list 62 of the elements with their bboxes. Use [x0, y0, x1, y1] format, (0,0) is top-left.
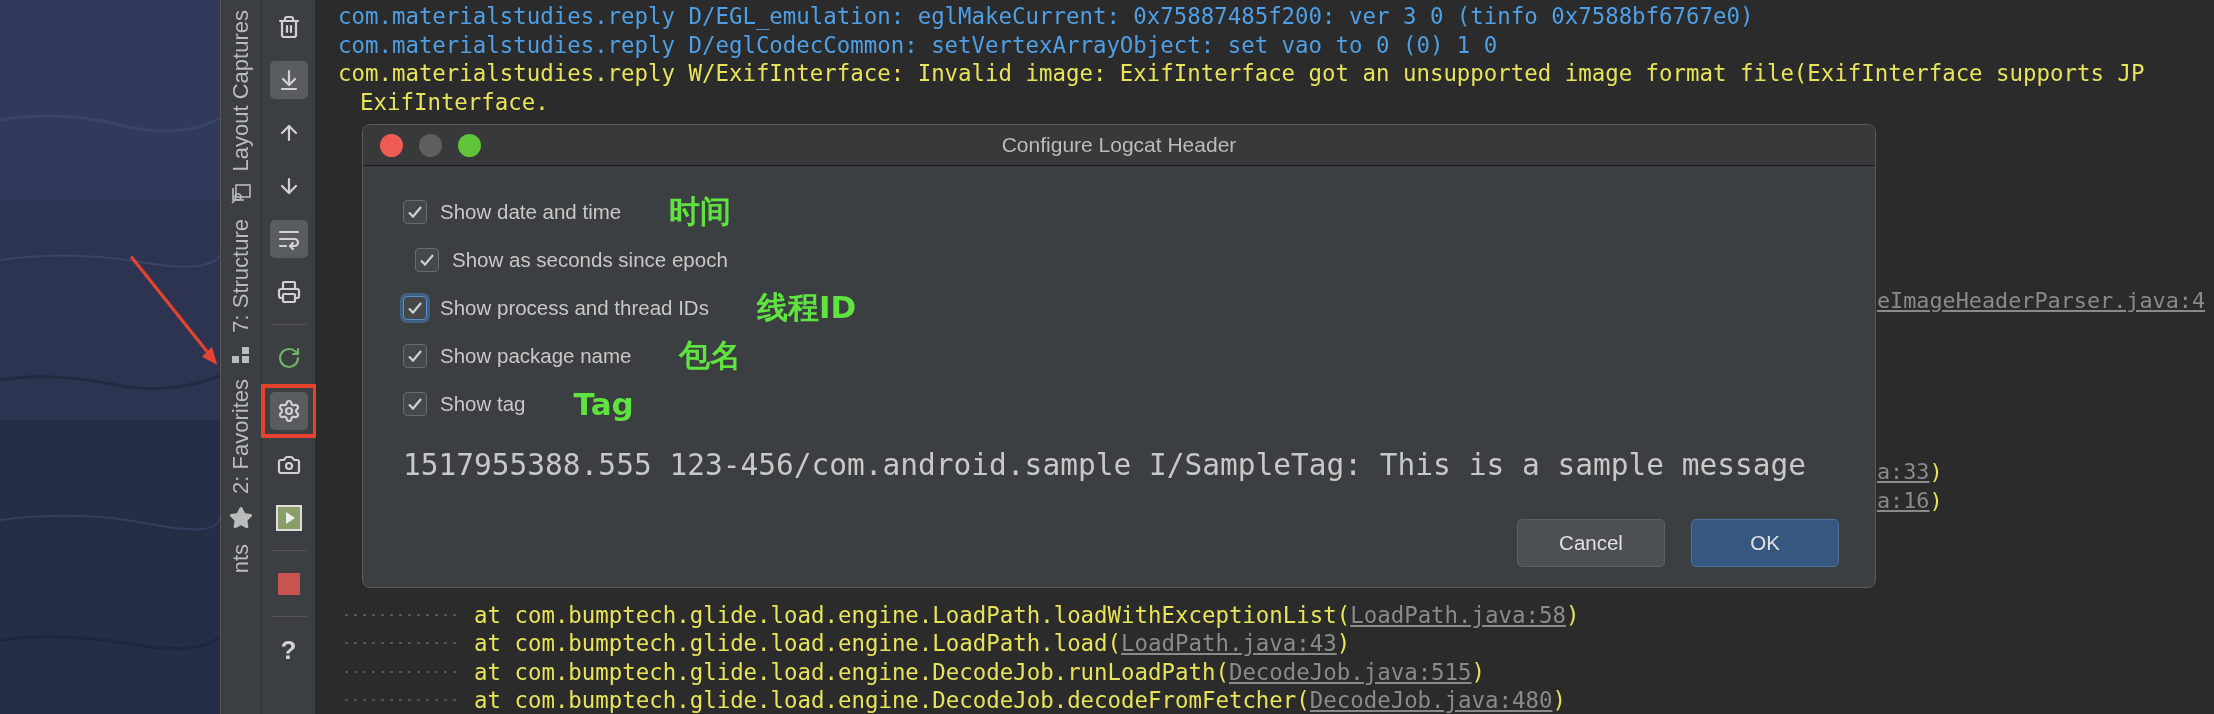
option-label: Show package name: [440, 344, 632, 368]
source-link[interactable]: DecodeJob.java:480: [1309, 686, 1553, 714]
annotation-note: 包名: [679, 336, 742, 375]
source-link[interactable]: a:33: [1877, 458, 1930, 487]
close-button[interactable]: [380, 134, 403, 157]
tool-window-tab[interactable]: nts: [228, 544, 254, 574]
checkbox[interactable]: [403, 392, 427, 416]
option-label: Show process and thread IDs: [440, 296, 709, 320]
source-link[interactable]: LoadPath.java:43: [1121, 629, 1337, 658]
log-text: ): [1552, 686, 1566, 714]
tool-window-tab[interactable]: 7: Structure: [228, 219, 254, 334]
captures-icon: [230, 183, 252, 206]
checkbox[interactable]: [403, 200, 427, 224]
check-icon: [407, 349, 423, 363]
source-link[interactable]: DecodeJob.java:515: [1228, 657, 1472, 686]
log-text: ): [1929, 486, 1943, 515]
log-line: at com.bumptech.glide.load.engine.DecodeJob.runLoadPath(: [474, 657, 1229, 686]
toolbar-button[interactable]: [269, 220, 308, 258]
annotation-note: 时间: [669, 192, 732, 231]
checkbox[interactable]: [415, 248, 439, 272]
annotation-note: 线程ID: [756, 288, 857, 327]
sample-message: 1517955388.555 123-456/com.android.sample I/SampleTag: This is a sample message: [403, 448, 1808, 482]
log-text: ): [1336, 629, 1351, 658]
cancel-button[interactable]: Cancel: [1517, 519, 1665, 567]
ok-button[interactable]: OK: [1691, 519, 1839, 567]
settings-icon: [276, 399, 301, 423]
structure-icon: [231, 345, 251, 366]
checkbox[interactable]: [403, 344, 427, 368]
annotation-note: Tag: [573, 386, 634, 422]
log-line: com.materialstudies.reply D/EGL_emulation: eglMakeCurrent: 0x75887485f200: ver 3 0 (tinfo 0x7588bf6767e0): [338, 2, 1754, 31]
stop-icon: [277, 573, 300, 595]
restart-icon: [276, 346, 301, 370]
log-line: at com.bumptech.glide.load.engine.DecodeJob.decodeFromFetcher(: [474, 686, 1310, 714]
log-line: com.materialstudies.reply W/ExifInterface: Invalid image: ExifInterface got an unsupported image format file(ExifInterface supports JP: [338, 59, 2145, 88]
log-line: at com.bumptech.glide.load.engine.LoadPath.loadWithExceptionList(: [474, 600, 1351, 629]
screen-record-icon: [275, 505, 302, 531]
option-label: Show as seconds since epoch: [452, 248, 728, 272]
source-link[interactable]: LoadPath.java:58: [1350, 600, 1566, 629]
option-label: Show date and time: [440, 200, 622, 224]
trash-icon: [276, 15, 301, 39]
check-icon: [407, 397, 423, 411]
check-icon: [407, 205, 423, 219]
dialog-title: Configure Logcat Header: [1001, 133, 1237, 157]
log-line: ExifInterface.: [360, 87, 549, 116]
help-button[interactable]: ?: [269, 631, 308, 669]
log-text: ): [1565, 600, 1580, 629]
log-line: com.materialstudies.reply D/eglCodecCommon: setVertexArrayObject: set vao to 0 (0) 1 0: [338, 30, 1498, 59]
option-label: Show tag: [440, 392, 526, 416]
zoom-button[interactable]: [458, 134, 481, 157]
tool-window-tab[interactable]: Layout Captures: [228, 10, 254, 172]
toolbar-button[interactable]: [269, 392, 308, 430]
source-link[interactable]: eImageHeaderParser.java:4: [1877, 287, 2206, 316]
camera-icon: [276, 453, 301, 477]
tool-window-tab[interactable]: 2: Favorites: [228, 379, 254, 495]
source-link[interactable]: a:16: [1877, 486, 1930, 515]
log-text: ): [1471, 657, 1486, 686]
check-icon: [419, 253, 435, 267]
log-text: ): [1929, 458, 1943, 486]
log-line: at com.bumptech.glide.load.engine.LoadPath.load(: [474, 629, 1122, 658]
star-icon: [229, 506, 253, 531]
toolbar-button[interactable]: [269, 61, 308, 99]
printer-icon: [276, 280, 301, 304]
